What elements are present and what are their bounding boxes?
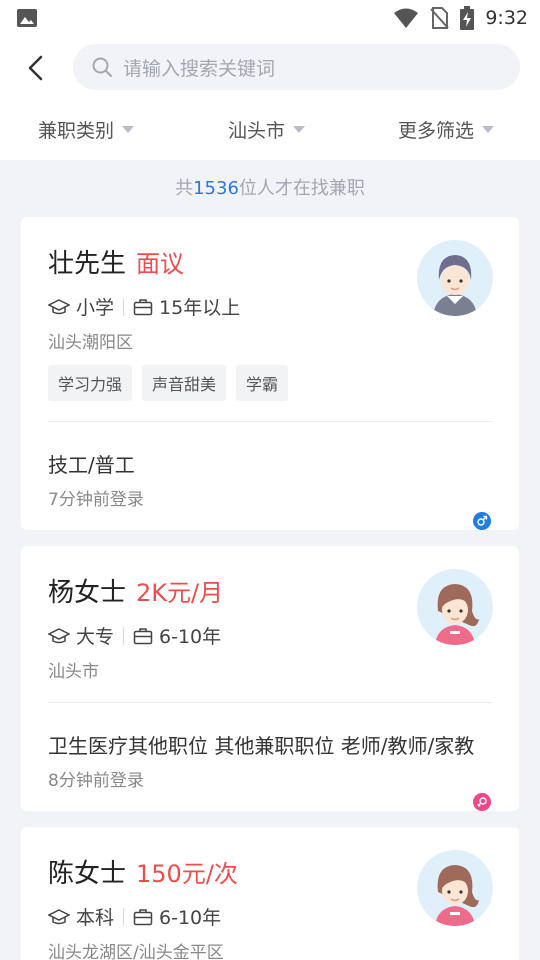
- candidate-card[interactable]: 陈女士 150元/次 本科 6-10年 汕头龙湖区/汕头金平区: [21, 827, 519, 960]
- candidate-name: 陈女士: [48, 859, 127, 889]
- briefcase-icon: [133, 298, 153, 316]
- avatar: [417, 240, 493, 316]
- search-input[interactable]: 请输入搜索关键词: [73, 44, 520, 90]
- image-icon: [17, 9, 37, 27]
- male-avatar-icon: [433, 255, 477, 316]
- candidate-job: 技工/普工: [48, 453, 135, 477]
- candidate-education: 小学: [76, 297, 115, 319]
- top-bar: 请输入搜索关键词: [0, 36, 540, 100]
- tag: 声音甜美: [142, 365, 227, 401]
- summary-prefix: 共: [175, 178, 194, 199]
- filter-category[interactable]: 兼职类别: [38, 116, 135, 143]
- status-bar: 9:32: [0, 0, 540, 36]
- candidate-experience: 6-10年: [159, 907, 222, 929]
- summary-count: 1536: [193, 178, 239, 199]
- battery-charging-icon: [460, 6, 475, 30]
- candidate-experience: 15年以上: [159, 297, 241, 319]
- chevron-left-icon: [28, 55, 43, 81]
- briefcase-icon: [133, 908, 153, 926]
- graduation-cap-icon: [48, 627, 70, 645]
- no-sim-icon: [430, 7, 450, 29]
- graduation-cap-icon: [48, 298, 70, 316]
- briefcase-icon: [133, 627, 153, 645]
- candidate-location: 汕头龙湖区/汕头金平区: [48, 943, 224, 960]
- divider: [123, 297, 125, 316]
- female-icon: [473, 793, 491, 811]
- female-avatar-icon: [435, 865, 479, 926]
- candidate-name: 杨女士: [48, 578, 127, 608]
- filter-city[interactable]: 汕头市: [228, 116, 306, 143]
- wifi-icon: [394, 8, 419, 28]
- avatar: [417, 850, 493, 926]
- filter-more-label: 更多筛选: [398, 120, 475, 142]
- back-button[interactable]: [18, 50, 54, 86]
- tag: 学霸: [236, 365, 289, 401]
- candidate-card[interactable]: 壮先生 面议 小学 15年以上 汕头潮阳区 学习力强 声音甜美 学霸 技工/普工…: [21, 217, 519, 530]
- tag: 学习力强: [48, 365, 133, 401]
- graduation-cap-icon: [48, 908, 70, 926]
- search-placeholder: 请输入搜索关键词: [123, 57, 276, 80]
- summary-suffix: 位人才在找兼职: [238, 178, 365, 199]
- login-time: 8分钟前登录: [48, 771, 144, 791]
- candidate-education: 大专: [76, 626, 115, 648]
- result-summary: 共1536位人才在找兼职: [0, 160, 540, 216]
- login-time: 7分钟前登录: [48, 490, 144, 510]
- divider: [48, 421, 493, 422]
- candidate-location: 汕头潮阳区: [48, 333, 133, 353]
- filter-city-label: 汕头市: [228, 120, 286, 142]
- female-avatar-icon: [435, 584, 479, 645]
- filter-more[interactable]: 更多筛选: [398, 116, 495, 143]
- candidate-education: 本科: [76, 907, 115, 929]
- candidate-location: 汕头市: [48, 662, 99, 682]
- filter-bar: 兼职类别 汕头市 更多筛选: [0, 100, 540, 160]
- candidate-salary: 150元/次: [136, 860, 238, 888]
- status-time: 9:32: [485, 7, 528, 29]
- filter-category-label: 兼职类别: [38, 120, 115, 142]
- tag-list: 学习力强 声音甜美 学霸: [48, 365, 289, 401]
- dropdown-arrow-icon: [293, 126, 306, 133]
- male-icon: [473, 512, 491, 530]
- candidate-name: 壮先生: [48, 249, 127, 279]
- divider: [48, 702, 493, 703]
- dropdown-arrow-icon: [482, 126, 495, 133]
- candidate-experience: 6-10年: [159, 626, 222, 648]
- candidate-job: 卫生医疗其他职位 其他兼职职位 老师/教师/家教: [48, 734, 475, 758]
- divider: [123, 626, 125, 645]
- candidate-card[interactable]: 杨女士 2K元/月 大专 6-10年 汕头市 卫生医疗其他职位 其他兼职职位 老…: [21, 546, 519, 811]
- candidate-salary: 面议: [136, 250, 185, 278]
- divider: [123, 907, 125, 926]
- search-icon: [92, 57, 112, 77]
- avatar: [417, 569, 493, 645]
- dropdown-arrow-icon: [122, 126, 135, 133]
- candidate-salary: 2K元/月: [136, 579, 224, 607]
